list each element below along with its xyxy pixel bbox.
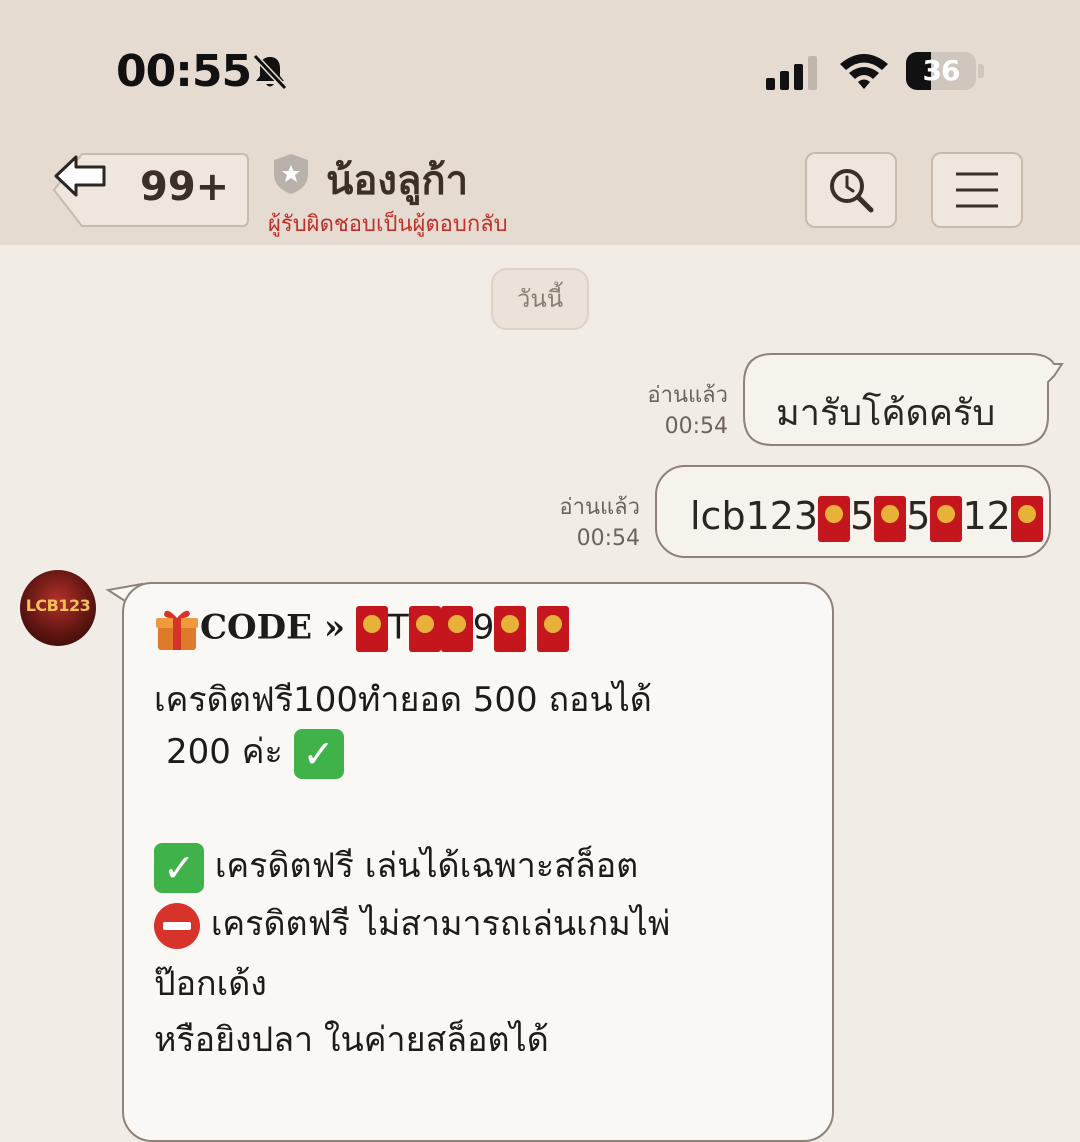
wifi-icon — [840, 54, 888, 89]
search-icon — [830, 169, 874, 213]
red-envelope-icon — [818, 495, 851, 542]
cellular-signal-icon — [766, 56, 817, 90]
code-part: 12 — [962, 494, 1011, 538]
message-line-text: เครดิตฟรี เล่นได้เฉพาะสล็อต — [214, 846, 639, 886]
message-line: 200 ค่ะ ✓ — [166, 724, 344, 779]
red-envelope-icon — [874, 495, 907, 542]
chat-title: น้องลูก้า — [326, 158, 469, 204]
message-text: lcb123 5 5 12 — [690, 494, 1043, 542]
search-button[interactable] — [805, 152, 897, 228]
unread-count: 99+ — [140, 164, 230, 210]
message-line: เครดิตฟรี100ทำยอด 500 ถอนได้ — [154, 680, 652, 720]
message-line-text: เครดิตฟรี ไม่สามารถเล่นเกมไพ่ — [210, 904, 671, 944]
red-envelope-icon — [408, 606, 441, 652]
check-mark-icon: ✓ — [293, 728, 344, 779]
message-line: ✓ เครดิตฟรี เล่นได้เฉพาะสล็อต — [154, 838, 638, 893]
gift-icon — [156, 610, 198, 650]
battery-cap — [978, 64, 984, 78]
message-line-text: 200 ค่ะ — [166, 732, 283, 772]
hamburger-menu-icon — [956, 172, 998, 208]
chat-subtitle: ผู้รับผิดชอบเป็นผู้ตอบกลับ — [268, 212, 508, 237]
code-fragment: 9 — [472, 607, 495, 648]
red-envelope-icon — [440, 606, 473, 652]
message-read-status: อ่านแล้ว 00:54 — [620, 380, 728, 442]
read-label: อ่านแล้ว — [559, 495, 640, 520]
battery-icon: 36 — [906, 52, 976, 90]
message-read-status: อ่านแล้ว 00:54 — [532, 492, 640, 554]
no-entry-icon — [154, 902, 200, 949]
message-time: 00:54 — [664, 414, 728, 439]
status-time: 00:55 — [116, 46, 252, 97]
read-label: อ่านแล้ว — [647, 383, 728, 408]
check-mark-icon: ✓ — [154, 842, 204, 893]
red-envelope-icon — [355, 606, 388, 652]
code-part: 5 — [906, 494, 931, 538]
message-line: ป๊อกเด้ง — [154, 964, 267, 1004]
menu-button[interactable] — [931, 152, 1023, 228]
code-prefix: lcb123 — [690, 494, 819, 538]
shield-icon — [274, 154, 308, 194]
message-text: มารับโค้ดครับ — [776, 393, 996, 434]
code-line: CODE » T 9 — [154, 606, 570, 652]
message-line: หรือยิงปลา ในค่ายสล็อตได้ — [154, 1020, 549, 1060]
red-envelope-icon — [930, 495, 963, 542]
red-envelope-icon — [537, 606, 570, 652]
back-button[interactable]: 99+ — [52, 152, 250, 228]
avatar-logo-text: LCB123 — [25, 596, 91, 615]
red-envelope-icon — [494, 606, 527, 652]
bell-muted-icon — [252, 53, 288, 91]
back-arrow-icon — [54, 155, 106, 197]
message-time: 00:54 — [576, 526, 640, 551]
code-label: CODE » — [200, 607, 346, 648]
code-fragment: T — [387, 607, 409, 648]
avatar[interactable]: LCB123 — [20, 570, 96, 646]
battery-percent: 36 — [922, 54, 961, 87]
message-line: เครดิตฟรี ไม่สามารถเล่นเกมไพ่ — [154, 896, 670, 950]
date-separator: วันนี้ — [491, 268, 589, 330]
code-part: 5 — [850, 494, 875, 538]
red-envelope-icon — [1010, 495, 1043, 542]
